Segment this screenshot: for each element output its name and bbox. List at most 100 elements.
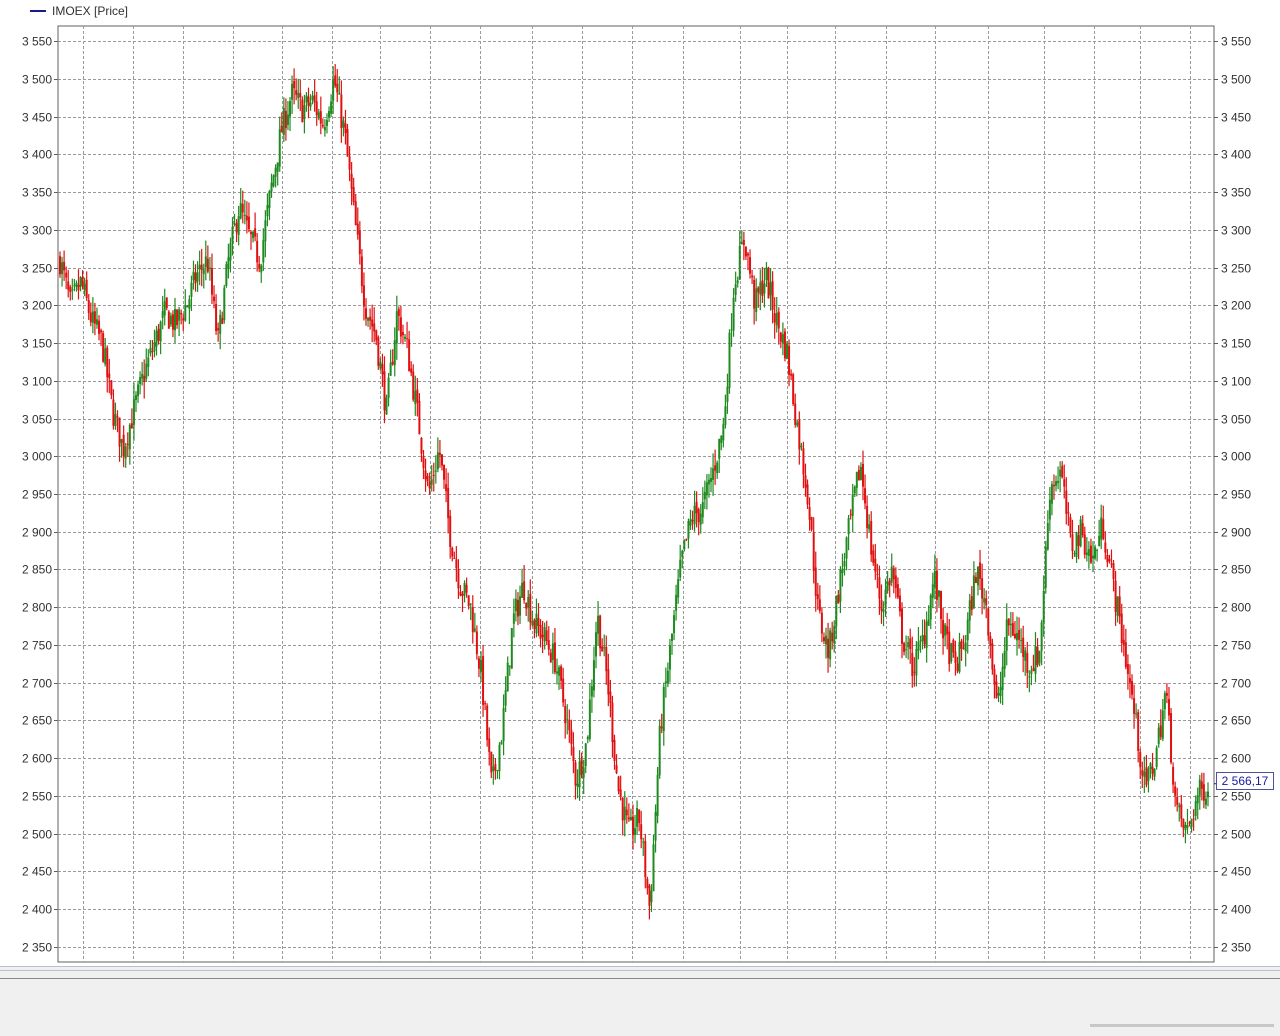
candle-body	[1007, 618, 1010, 626]
candle-body	[256, 240, 259, 263]
candle-body	[722, 424, 725, 441]
candle-body	[1167, 699, 1170, 716]
candle-body	[373, 323, 376, 332]
candle-body	[276, 162, 279, 172]
candle-body	[176, 309, 179, 325]
candle-body	[874, 558, 877, 572]
candle-body	[65, 272, 68, 278]
candle-body	[1048, 499, 1051, 520]
y-tick-label-right: 3 350	[1221, 186, 1251, 200]
price-chart[interactable]: 3 550 3 550 3 500 3 500 3 450 3 450 3 400 3 400…	[0, 0, 1280, 1036]
candle-body	[751, 275, 754, 278]
candle-body	[1198, 779, 1201, 796]
candle-body	[512, 613, 515, 624]
candle-body	[991, 643, 994, 670]
candle-body	[375, 330, 378, 341]
candle-body	[67, 281, 70, 290]
candle-body	[1180, 804, 1183, 819]
candle-body	[749, 257, 752, 274]
y-tick-label-left: 2 950	[22, 488, 52, 502]
candle-body	[167, 311, 170, 329]
candle-body	[956, 663, 959, 671]
candle-body	[533, 619, 536, 629]
candle-body	[98, 320, 101, 334]
candle-body	[859, 466, 862, 480]
candle-body	[876, 574, 879, 576]
y-tick-label-left: 3 300	[22, 224, 52, 238]
candle-body	[1096, 550, 1099, 552]
y-tick-label-right: 3 300	[1221, 224, 1251, 238]
candle-body	[989, 636, 992, 646]
candle-body	[543, 627, 546, 642]
candle-body	[974, 577, 977, 584]
divider-top	[0, 966, 1280, 967]
candle-body	[605, 646, 608, 672]
candle-body	[623, 806, 626, 821]
candle-body	[909, 638, 912, 650]
candle-body	[855, 471, 858, 489]
candle-body	[802, 448, 805, 475]
candle-body	[387, 377, 390, 398]
candle-body	[1151, 766, 1154, 774]
candle-body	[753, 279, 756, 309]
candle-body	[514, 598, 517, 612]
candle-body	[293, 80, 296, 89]
candle-body	[449, 515, 452, 548]
candle-body	[1147, 768, 1150, 781]
candle-body	[1155, 747, 1158, 767]
candle-body	[432, 474, 435, 476]
candle-body	[521, 582, 524, 598]
candle-body	[999, 687, 1002, 696]
candle-body	[627, 817, 630, 820]
y-tick-label-right: 3 200	[1221, 299, 1251, 313]
candle-body	[730, 329, 733, 331]
candle-body	[490, 751, 493, 773]
y-tick-label-left: 3 400	[22, 148, 52, 162]
candle-body	[508, 665, 511, 667]
candle-body	[278, 129, 281, 167]
candle-body	[502, 707, 505, 742]
candle-body	[831, 632, 834, 642]
y-tick-label-left: 3 100	[22, 375, 52, 389]
candle-body	[549, 652, 552, 663]
candle-body	[929, 595, 932, 620]
candle-body	[1153, 768, 1156, 777]
candle-body	[1114, 580, 1117, 612]
candle-body	[299, 93, 302, 98]
candle-body	[1112, 563, 1115, 580]
candle-body	[564, 706, 567, 724]
candle-body	[358, 230, 361, 255]
candle-body	[182, 318, 185, 321]
candle-body	[981, 578, 984, 599]
candle-body	[800, 445, 803, 448]
candle-body	[687, 521, 690, 539]
candle-body	[798, 420, 801, 450]
candle-body	[523, 581, 526, 601]
y-tick-label-left: 3 550	[22, 35, 52, 49]
candle-body	[555, 671, 558, 674]
candle-body	[617, 776, 620, 792]
candle-body	[890, 566, 893, 583]
candle-body	[562, 678, 565, 703]
horizontal-scrollbar[interactable]	[1090, 1024, 1274, 1027]
y-tick-label-right: 2 950	[1221, 488, 1251, 502]
candle-body	[486, 705, 489, 740]
candle-body	[1028, 676, 1031, 678]
candle-body	[933, 570, 936, 588]
candle-body	[506, 662, 509, 692]
candle-body	[391, 361, 394, 365]
candle-body	[245, 215, 248, 221]
candle-body	[884, 589, 887, 607]
candle-body	[541, 634, 544, 638]
candle-body	[1165, 692, 1168, 696]
candle-body	[457, 568, 460, 589]
candle-body	[1207, 791, 1209, 798]
candle-body	[362, 285, 365, 307]
candle-body	[420, 438, 423, 454]
candle-body	[264, 220, 267, 242]
candle-body	[367, 318, 370, 321]
candle-body	[280, 125, 283, 133]
candle-body	[180, 312, 183, 315]
candle-body	[705, 482, 708, 496]
candle-body	[638, 809, 641, 824]
